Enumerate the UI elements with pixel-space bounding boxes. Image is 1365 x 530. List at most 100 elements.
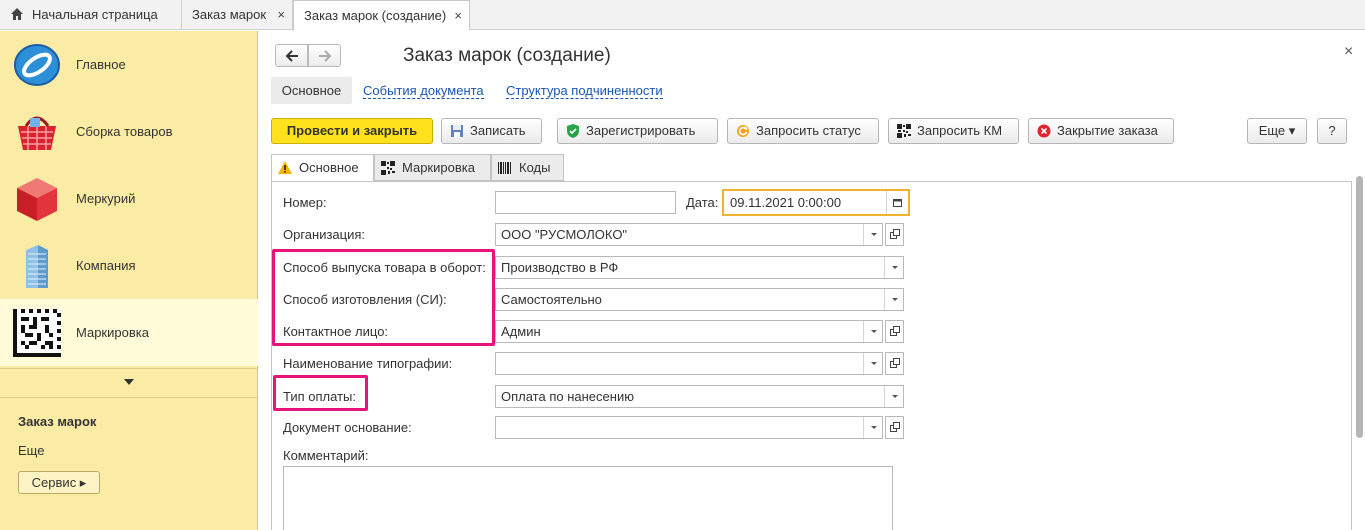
dropdown-button[interactable] — [863, 417, 882, 438]
sidebar-item-label: Меркурий — [76, 191, 136, 206]
open-icon — [890, 422, 900, 432]
sidebar-item-label: Сборка товаров — [76, 124, 173, 139]
sidebar-item-mercury[interactable]: Меркурий — [0, 165, 258, 232]
barcode-icon — [498, 162, 511, 174]
dropdown-button[interactable] — [884, 289, 903, 310]
open-button[interactable] — [885, 352, 904, 375]
dropdown-button[interactable] — [863, 224, 882, 245]
datamatrix-icon — [13, 309, 61, 357]
tab-document-events[interactable]: События документа — [363, 83, 484, 99]
refresh-icon — [737, 125, 749, 137]
date-label: Дата: — [686, 195, 719, 210]
close-icon[interactable]: × — [277, 0, 285, 30]
sidebar-item-label: Компания — [76, 258, 136, 273]
sidebar-command-order[interactable]: Заказ марок — [18, 414, 96, 429]
back-button[interactable] — [275, 44, 308, 67]
contact-field[interactable]: Админ — [495, 320, 883, 343]
qr-code-icon — [381, 161, 395, 175]
basket-icon — [18, 116, 56, 150]
globe-icon — [14, 44, 60, 86]
payment-type-select[interactable]: Оплата по нанесению — [495, 385, 904, 408]
divider — [0, 397, 258, 398]
organization-field[interactable]: ООО "РУСМОЛОКО" — [495, 223, 883, 246]
base-document-field[interactable] — [495, 416, 883, 439]
tab-home[interactable]: Начальная страница — [0, 0, 182, 30]
chevron-down-icon — [124, 379, 134, 385]
number-label: Номер: — [283, 195, 327, 210]
calendar-icon — [893, 199, 902, 207]
open-icon — [890, 326, 900, 336]
release-method-select[interactable]: Производство в РФ — [495, 256, 904, 279]
tab-form-codes[interactable]: Коды — [491, 154, 564, 181]
open-button[interactable] — [885, 320, 904, 343]
scrollbar-thumb[interactable] — [1356, 176, 1363, 438]
dropdown-button[interactable] — [863, 353, 882, 374]
sidebar-item-assembly[interactable]: Сборка товаров — [0, 98, 258, 165]
open-button[interactable] — [885, 416, 904, 439]
save-button-label: Записать — [470, 123, 526, 138]
comment-textarea[interactable] — [283, 466, 893, 530]
close-icon[interactable]: × — [454, 1, 462, 31]
tab-order-label: Заказ марок — [192, 7, 267, 22]
close-circle-icon — [1037, 124, 1051, 138]
tab-subordination-structure[interactable]: Структура подчиненности — [506, 83, 663, 99]
tab-main[interactable]: Основное — [271, 77, 352, 104]
divider — [0, 368, 258, 369]
building-icon — [26, 245, 48, 288]
post-and-close-button[interactable]: Провести и закрыть — [271, 118, 433, 144]
tab-form-main[interactable]: Основное — [271, 154, 374, 182]
request-status-button[interactable]: Запросить статус — [727, 118, 879, 144]
number-field[interactable] — [495, 191, 676, 214]
date-field[interactable]: 09.11.2021 0:00:00 — [722, 189, 910, 216]
base-document-label: Документ основание: — [283, 420, 412, 435]
sidebar-item-company[interactable]: Компания — [0, 232, 258, 299]
more-actions-button[interactable]: Еще ▾ — [1247, 118, 1307, 144]
production-method-select[interactable]: Самостоятельно — [495, 288, 904, 311]
window-tab-bar: Начальная страница Заказ марок × Заказ м… — [0, 0, 1365, 31]
request-km-button[interactable]: Запросить КМ — [888, 118, 1019, 144]
tab-order[interactable]: Заказ марок × — [182, 0, 293, 30]
sidebar-item-main[interactable]: Главное — [0, 31, 258, 98]
tab-form-marking[interactable]: Маркировка — [374, 154, 491, 181]
warning-icon — [278, 161, 292, 174]
register-button[interactable]: Зарегистрировать — [557, 118, 718, 144]
qr-code-icon — [897, 124, 911, 138]
forward-button[interactable] — [308, 44, 341, 67]
close-order-button-label: Закрытие заказа — [1057, 123, 1158, 138]
payment-type-value: Оплата по нанесению — [501, 389, 634, 404]
tab-form-marking-label: Маркировка — [402, 160, 475, 175]
shield-icon — [567, 124, 579, 138]
sidebar-more-link[interactable]: Еще — [18, 443, 44, 458]
document-form: Заказ марок (создание) × Основное Событи… — [259, 31, 1365, 530]
arrow-right-icon — [318, 50, 331, 62]
printing-house-label: Наименование типографии: — [283, 356, 453, 371]
tab-order-create[interactable]: Заказ марок (создание) × — [293, 0, 470, 31]
help-button[interactable]: ? — [1317, 118, 1347, 144]
save-button[interactable]: Записать — [441, 118, 542, 144]
dropdown-button[interactable] — [863, 321, 882, 342]
release-method-value: Производство в РФ — [501, 260, 619, 275]
sidebar-item-marking[interactable]: Маркировка — [0, 299, 258, 366]
sidebar-item-label: Главное — [76, 57, 126, 72]
dropdown-button[interactable] — [884, 257, 903, 278]
page-title: Заказ марок (создание) — [403, 45, 611, 66]
production-method-value: Самостоятельно — [501, 292, 602, 307]
sections-expand-button[interactable] — [0, 373, 258, 393]
sections-panel: Главное Сборка товаров Меркурий Компания — [0, 31, 258, 530]
calendar-button[interactable] — [886, 191, 908, 214]
printing-house-field[interactable] — [495, 352, 883, 375]
request-status-button-label: Запросить статус — [756, 123, 861, 138]
close-order-button[interactable]: Закрытие заказа — [1028, 118, 1174, 144]
service-button[interactable]: Сервис ▸ — [18, 471, 100, 494]
arrow-left-icon — [285, 50, 298, 62]
comment-label: Комментарий: — [283, 448, 369, 463]
tab-home-label: Начальная страница — [32, 7, 158, 22]
organization-label: Организация: — [283, 227, 366, 242]
sidebar-item-label: Маркировка — [76, 325, 149, 340]
close-icon[interactable]: × — [1344, 43, 1353, 61]
dropdown-button[interactable] — [884, 386, 903, 407]
register-button-label: Зарегистрировать — [586, 123, 696, 138]
cube-icon — [17, 178, 57, 221]
open-icon — [890, 358, 900, 368]
open-button[interactable] — [885, 223, 904, 246]
